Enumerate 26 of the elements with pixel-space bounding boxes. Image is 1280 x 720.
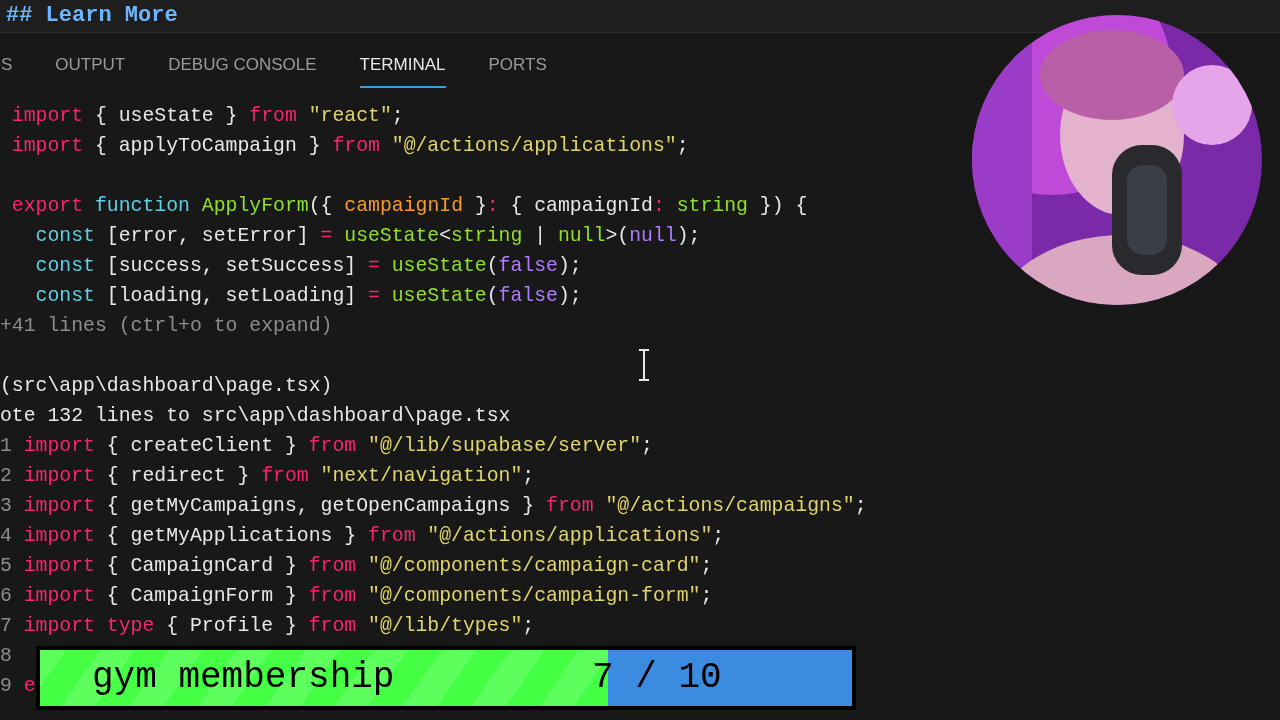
- code-line: const [loading, setLoading] = useState(false);: [34, 284, 582, 309]
- code-line: const [error, setError] = useState<string | null>(null);: [34, 224, 701, 249]
- panel-tab[interactable]: DEBUG CONSOLE: [168, 51, 317, 88]
- code-line: 8: [0, 644, 12, 669]
- code-line: const [success, setSuccess] = useState(false);: [34, 254, 582, 279]
- code-line: 3 import { getMyCampaigns, getOpenCampaigns } from "@/actions/campaigns";: [0, 494, 867, 519]
- panel-tab[interactable]: S: [1, 51, 13, 88]
- panel-tab[interactable]: TERMINAL: [359, 51, 446, 88]
- progress-label: gym membership: [92, 656, 395, 700]
- code-line: import { applyToCampaign } from "@/actions/applications";: [10, 134, 689, 159]
- markdown-heading: ## Learn More: [6, 3, 178, 28]
- code-line: (src\app\dashboard\page.tsx): [0, 374, 333, 399]
- code-line: 5 import { CampaignCard } from "@/components/campaign-card";: [0, 554, 713, 579]
- code-line: +41 lines (ctrl+o to expand): [0, 314, 333, 339]
- code-line: export function ApplyForm({ campaignId }: { campaignId: string }) {: [10, 194, 808, 219]
- code-line: 7 import type { Profile } from "@/lib/types";: [0, 614, 535, 639]
- code-line: import { useState } from "react";: [10, 104, 404, 129]
- code-line: 1 import { createClient } from "@/lib/supabase/server";: [0, 434, 653, 459]
- panel-tab[interactable]: OUTPUT: [55, 51, 126, 88]
- code-line: 2 import { redirect } from "next/navigation";: [0, 464, 535, 489]
- code-line: 4 import { getMyApplications } from "@/actions/applications";: [0, 524, 725, 549]
- code-line: ote 132 lines to src\app\dashboard\page.tsx: [0, 404, 511, 429]
- code-line: 9 e: [0, 674, 36, 699]
- text-cursor-icon: [637, 349, 651, 381]
- panel-tab[interactable]: PORTS: [488, 51, 547, 88]
- code-line: 6 import { CampaignForm } from "@/components/campaign-form";: [0, 584, 713, 609]
